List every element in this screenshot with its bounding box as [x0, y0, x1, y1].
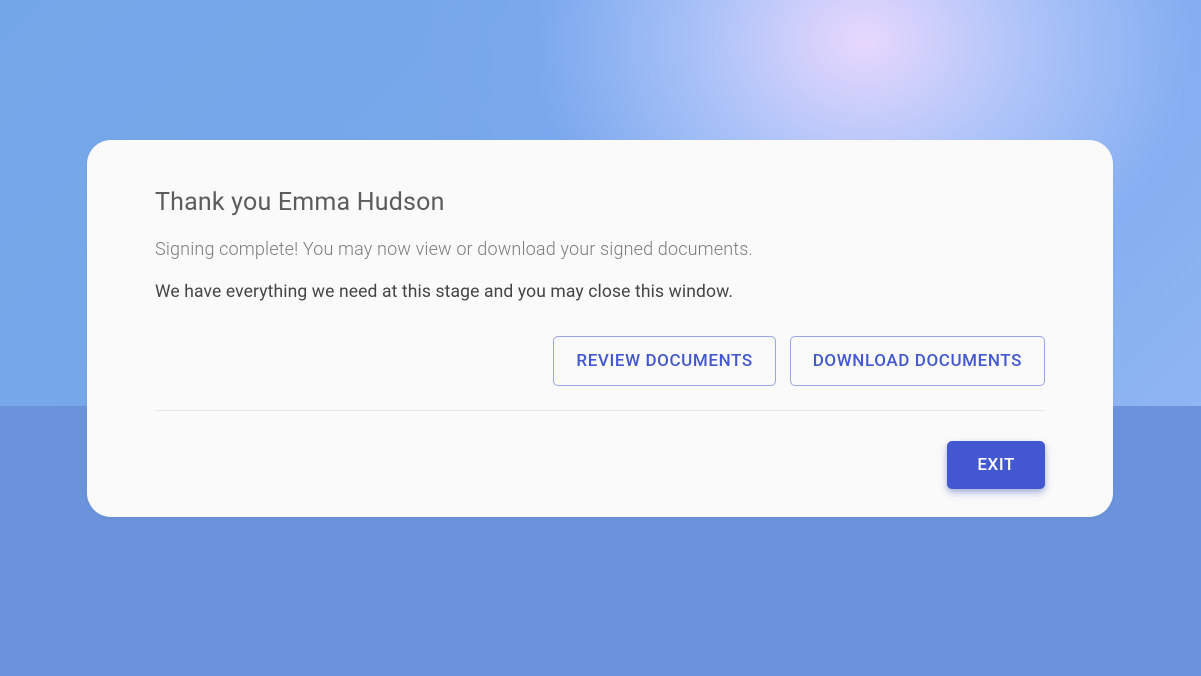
- signing-complete-message: Signing complete! You may now view or do…: [155, 239, 1045, 260]
- exit-button[interactable]: EXIT: [947, 441, 1045, 489]
- footer-actions: EXIT: [155, 441, 1045, 489]
- download-documents-button[interactable]: DOWNLOAD DOCUMENTS: [790, 336, 1045, 386]
- document-actions: REVIEW DOCUMENTS DOWNLOAD DOCUMENTS: [155, 336, 1045, 386]
- thank-you-title: Thank you Emma Hudson: [155, 188, 1045, 217]
- review-documents-button[interactable]: REVIEW DOCUMENTS: [553, 336, 775, 386]
- close-window-instruction: We have everything we need at this stage…: [155, 282, 1045, 302]
- confirmation-card: Thank you Emma Hudson Signing complete! …: [87, 140, 1113, 517]
- divider: [155, 410, 1045, 411]
